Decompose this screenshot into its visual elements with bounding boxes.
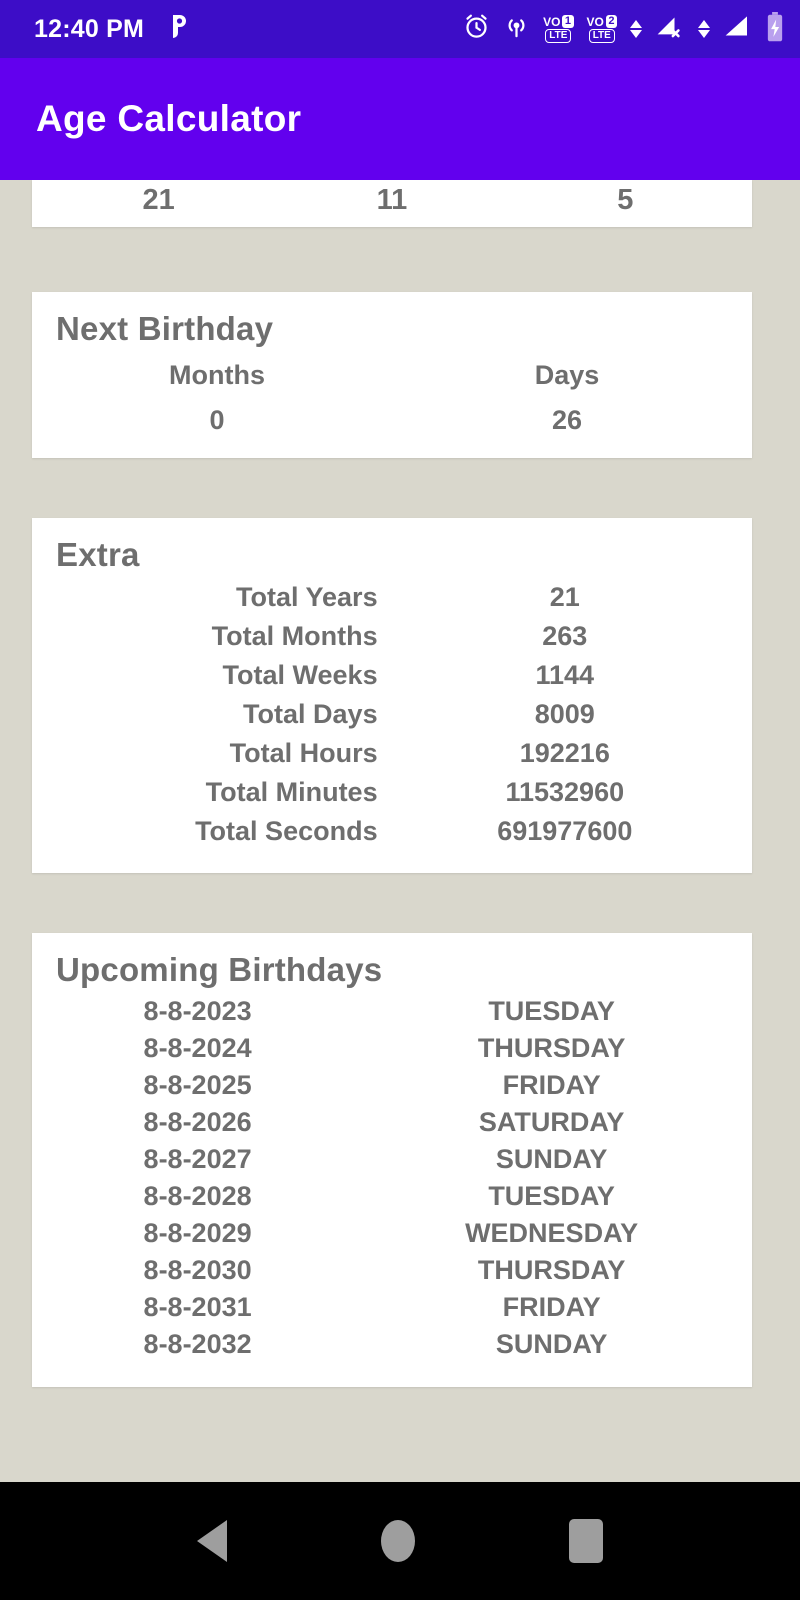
scroll-content[interactable]: 21 11 5 Next Birthday Months Days 0 26 E… xyxy=(0,180,800,1482)
signal-bars-icon xyxy=(723,13,753,45)
data-transfer-arrows-icon xyxy=(630,20,642,38)
list-item: 8-8-2028 TUESDAY xyxy=(32,1178,752,1215)
extra-value: 11532960 xyxy=(505,777,625,807)
birthday-date: 8-8-2030 xyxy=(143,1255,252,1285)
birthday-date: 8-8-2026 xyxy=(143,1107,252,1137)
extra-label: Total Days xyxy=(243,699,378,729)
hotspot-icon xyxy=(503,13,530,45)
status-bar-right: VO 1 LTE VO 2 LTE xyxy=(463,11,784,47)
list-item: 8-8-2025 FRIDAY xyxy=(32,1067,752,1104)
next-birthday-days-value: 26 xyxy=(551,405,583,435)
extra-value: 691977600 xyxy=(497,816,633,846)
extra-label: Total Months xyxy=(211,621,378,651)
birthday-date: 8-8-2028 xyxy=(143,1181,252,1211)
next-birthday-title: Next Birthday xyxy=(56,310,274,347)
birthday-weekday: FRIDAY xyxy=(502,1070,601,1100)
table-row: Total Hours 192216 xyxy=(32,734,752,773)
next-birthday-days-header: Days xyxy=(534,360,600,390)
extra-title: Extra xyxy=(56,536,140,573)
phone-screen: 12:40 PM VO 1 LTE VO 2 LTE Age Calculato… xyxy=(0,0,800,1600)
extra-label: Total Weeks xyxy=(222,660,378,690)
battery-charging-icon xyxy=(766,11,784,47)
extra-label: Total Seconds xyxy=(195,816,378,846)
extra-label: Total Minutes xyxy=(205,777,378,807)
extra-label: Total Years xyxy=(236,582,378,612)
birthday-weekday: THURSDAY xyxy=(477,1255,626,1285)
birthday-date: 8-8-2029 xyxy=(143,1218,252,1248)
volte-sim2-icon: VO 2 LTE xyxy=(587,15,617,43)
app-bar: Age Calculator xyxy=(0,58,800,180)
extra-value: 1144 xyxy=(535,660,595,690)
android-navigation-bar xyxy=(0,1482,800,1600)
table-row: Total Years 21 xyxy=(32,578,752,617)
birthday-date: 8-8-2032 xyxy=(143,1329,252,1359)
next-birthday-months-header: Months xyxy=(169,360,265,390)
list-item: 8-8-2030 THURSDAY xyxy=(32,1252,752,1289)
volte-sim1-icon: VO 1 LTE xyxy=(543,15,574,43)
table-row: Total Seconds 691977600 xyxy=(32,812,752,851)
birthday-weekday: SUNDAY xyxy=(495,1144,608,1174)
age-summary-card-clipped: 21 11 5 xyxy=(32,180,752,227)
birthday-weekday: FRIDAY xyxy=(502,1292,601,1322)
list-item: 8-8-2027 SUNDAY xyxy=(32,1141,752,1178)
extra-label: Total Hours xyxy=(229,738,378,768)
table-row: Total Minutes 11532960 xyxy=(32,773,752,812)
age-days-value: 5 xyxy=(617,184,634,216)
status-bar-left: 12:40 PM xyxy=(34,13,190,46)
upcoming-birthdays-title: Upcoming Birthdays xyxy=(56,951,383,988)
birthday-date: 8-8-2024 xyxy=(143,1033,252,1063)
list-item: 8-8-2032 SUNDAY xyxy=(32,1326,752,1363)
extra-value: 8009 xyxy=(534,699,595,729)
page-title: Age Calculator xyxy=(36,98,302,139)
list-item: 8-8-2029 WEDNESDAY xyxy=(32,1215,752,1252)
status-bar: 12:40 PM VO 1 LTE VO 2 LTE xyxy=(0,0,800,58)
age-years-value: 21 xyxy=(142,184,175,216)
birthday-weekday: TUESDAY xyxy=(488,996,615,1026)
upcoming-birthdays-card: Upcoming Birthdays 8-8-2023 TUESDAY 8-8-… xyxy=(32,933,752,1387)
birthday-weekday: THURSDAY xyxy=(477,1033,626,1063)
data-transfer-arrows-2-icon xyxy=(698,20,710,38)
status-bar-clock: 12:40 PM xyxy=(34,14,144,43)
birthday-weekday: SATURDAY xyxy=(478,1107,625,1137)
list-item: 8-8-2026 SATURDAY xyxy=(32,1104,752,1141)
next-birthday-headers: Months Days xyxy=(32,352,752,393)
birthday-date: 8-8-2025 xyxy=(143,1070,252,1100)
birthday-weekday: TUESDAY xyxy=(488,1181,615,1211)
back-icon[interactable] xyxy=(197,1520,227,1562)
next-birthday-months-value: 0 xyxy=(209,405,225,435)
alarm-icon xyxy=(463,13,490,45)
next-birthday-card: Next Birthday Months Days 0 26 xyxy=(32,292,752,458)
list-item: 8-8-2023 TUESDAY xyxy=(32,993,752,1030)
list-item: 8-8-2031 FRIDAY xyxy=(32,1289,752,1326)
list-item: 8-8-2024 THURSDAY xyxy=(32,1030,752,1067)
age-months-value: 11 xyxy=(376,184,408,216)
signal-no-service-icon xyxy=(655,13,685,45)
extra-value: 21 xyxy=(549,582,580,612)
table-row: Total Weeks 1144 xyxy=(32,656,752,695)
phonepe-icon xyxy=(166,13,190,46)
extra-card: Extra Total Years 21 Total Months 263 To… xyxy=(32,518,752,873)
extra-value: 192216 xyxy=(519,738,610,768)
table-row: Total Months 263 xyxy=(32,617,752,656)
recents-icon[interactable] xyxy=(569,1519,603,1563)
birthday-weekday: WEDNESDAY xyxy=(465,1218,639,1248)
birthday-date: 8-8-2027 xyxy=(143,1144,252,1174)
extra-value: 263 xyxy=(542,621,588,651)
next-birthday-values: 0 26 xyxy=(32,393,752,436)
birthday-weekday: SUNDAY xyxy=(495,1329,608,1359)
birthday-date: 8-8-2023 xyxy=(143,996,252,1026)
table-row: Total Days 8009 xyxy=(32,695,752,734)
home-icon[interactable] xyxy=(381,1520,415,1562)
birthday-date: 8-8-2031 xyxy=(143,1292,252,1322)
